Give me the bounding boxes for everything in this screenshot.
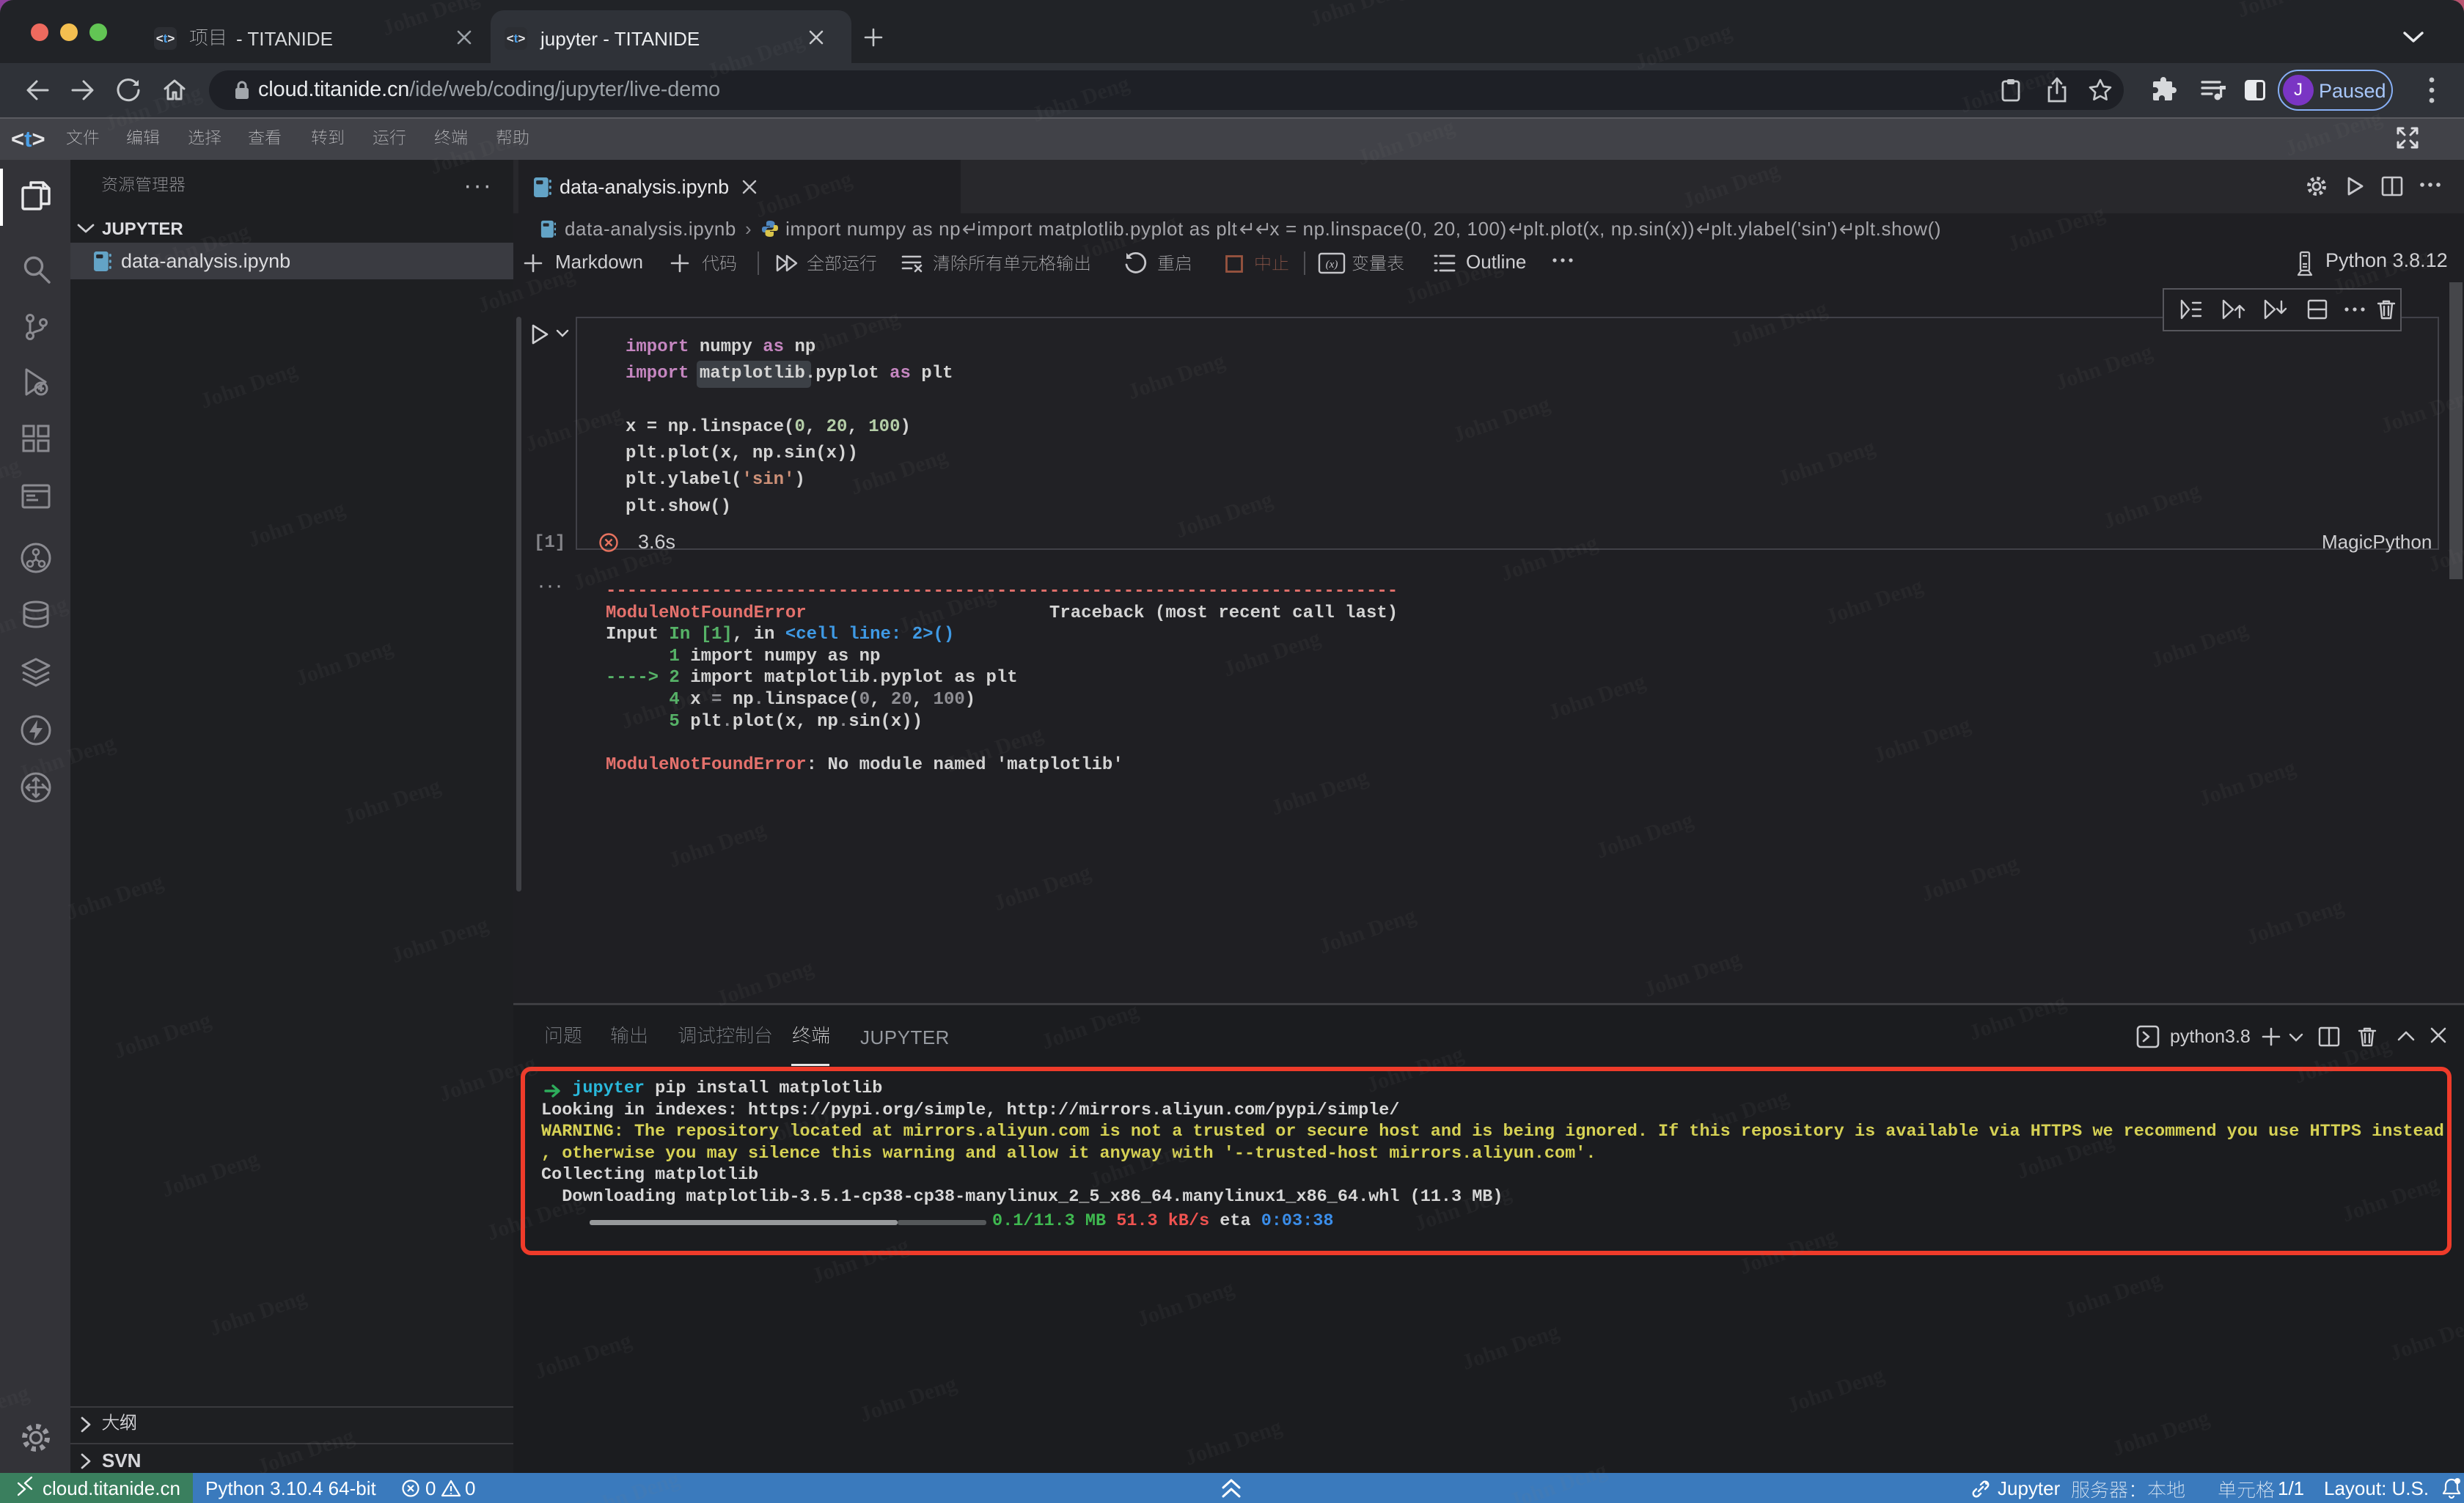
- svg-text:(x): (x): [1326, 259, 1338, 271]
